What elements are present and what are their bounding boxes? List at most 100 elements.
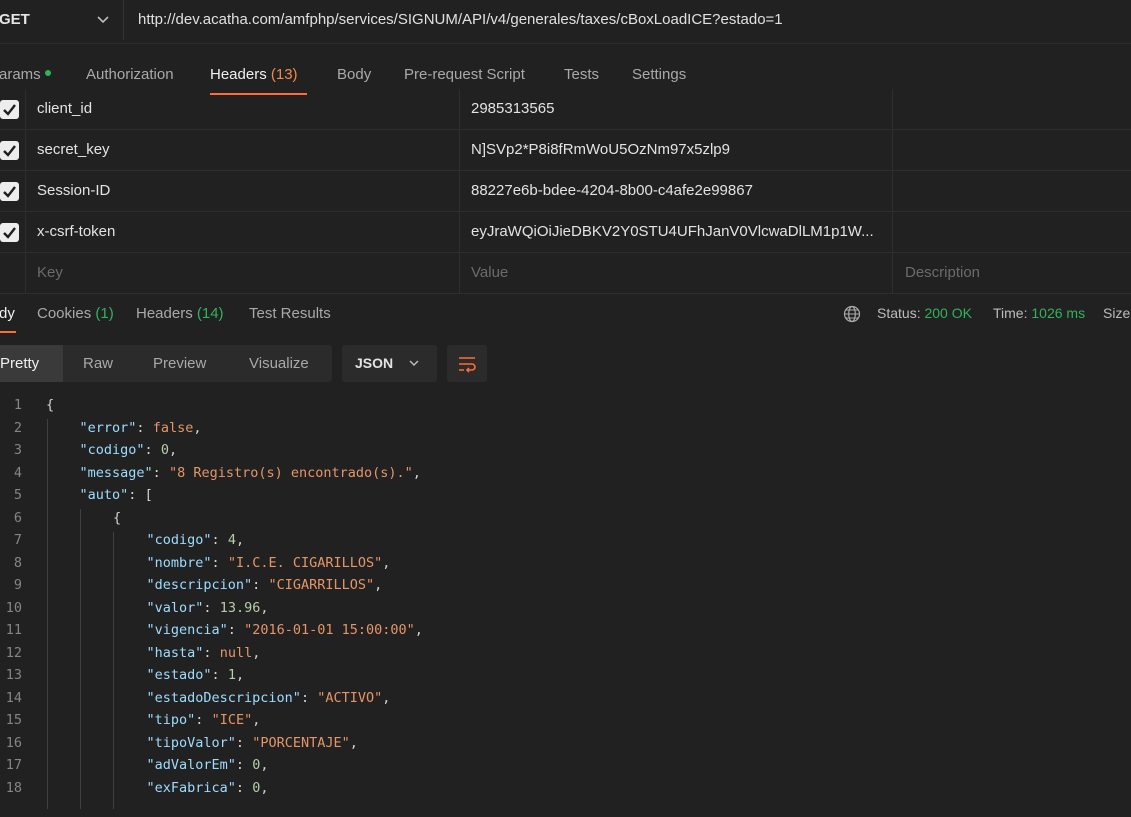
code-line: 15 "tipo": "ICE", bbox=[0, 712, 1131, 735]
tab-headers-label: Headers bbox=[210, 66, 267, 83]
raw-button[interactable]: Raw bbox=[83, 345, 113, 382]
size-label: Size bbox=[1103, 305, 1131, 321]
table-row-new: Key Value Description bbox=[0, 253, 1131, 294]
check-icon bbox=[3, 104, 16, 116]
wrap-icon bbox=[459, 357, 476, 373]
line-number: 3 bbox=[13, 442, 22, 458]
time-label: Time: bbox=[993, 305, 1028, 321]
check-icon bbox=[3, 145, 16, 157]
tab-response-headers-count: (14) bbox=[196, 305, 224, 322]
code-line: 2 "error": false, bbox=[0, 420, 1131, 443]
language-label: JSON bbox=[355, 355, 394, 371]
tab-headers-count: (13) bbox=[270, 66, 298, 83]
tab-params[interactable]: arams bbox=[0, 66, 51, 83]
code-line: 12 "hasta": null, bbox=[0, 645, 1131, 668]
code-line: 17 "adValorEm": 0, bbox=[0, 757, 1131, 780]
check-icon bbox=[3, 186, 16, 198]
tab-test-results[interactable]: Test Results bbox=[249, 305, 331, 322]
header-value[interactable]: eyJraWQiOiJieDBKV2Y0STU4UFhJanV0VlcwaDlL… bbox=[471, 223, 874, 240]
new-key-input[interactable]: Key bbox=[37, 264, 63, 281]
new-description-input[interactable]: Description bbox=[905, 264, 980, 281]
line-number: 15 bbox=[5, 712, 22, 728]
active-response-tab-indicator bbox=[0, 331, 16, 333]
header-key[interactable]: secret_key bbox=[37, 141, 110, 158]
line-content: "hasta": null, bbox=[146, 644, 261, 661]
code-line: 13 "estado": 1, bbox=[0, 667, 1131, 690]
header-key[interactable]: Session-ID bbox=[37, 182, 110, 199]
header-value[interactable]: 88227e6b-bdee-4204-8b00-c4afe2e99867 bbox=[471, 182, 753, 199]
line-number: 14 bbox=[5, 689, 22, 706]
tab-response-body[interactable]: dy bbox=[0, 305, 15, 322]
tab-cookies[interactable]: Cookies (1) bbox=[37, 305, 114, 322]
params-active-dot bbox=[44, 70, 51, 77]
line-content: "auto": [ bbox=[79, 487, 153, 503]
line-content: "codigo": 0, bbox=[79, 442, 178, 458]
line-number: 10 bbox=[5, 599, 22, 616]
line-number: 4 bbox=[13, 464, 22, 481]
row-checkbox[interactable] bbox=[0, 182, 19, 201]
row-checkbox[interactable] bbox=[0, 100, 19, 119]
row-checkbox[interactable] bbox=[0, 223, 19, 242]
line-number: 7 bbox=[13, 532, 22, 548]
line-number: 13 bbox=[5, 667, 22, 683]
code-line: 7 "codigo": 4, bbox=[0, 532, 1131, 555]
method-label: GET bbox=[0, 11, 30, 28]
code-line: 6{ bbox=[0, 510, 1131, 533]
preview-button[interactable]: Preview bbox=[153, 345, 206, 382]
row-checkbox[interactable] bbox=[0, 141, 19, 160]
code-line: 3 "codigo": 0, bbox=[0, 442, 1131, 465]
tab-cookies-count: (1) bbox=[95, 305, 114, 322]
line-content: "adValorEm": 0, bbox=[146, 757, 269, 773]
globe-icon[interactable] bbox=[843, 305, 861, 323]
tab-response-headers[interactable]: Headers (14) bbox=[136, 305, 224, 322]
line-content: "tipo": "ICE", bbox=[146, 712, 261, 728]
code-line: 9 "descripcion": "CIGARRILLOS", bbox=[0, 577, 1131, 600]
tab-pre-request-script[interactable]: Pre-request Script bbox=[404, 66, 525, 83]
line-number: 17 bbox=[5, 757, 22, 773]
code-line: 11 "vigencia": "2016-01-01 15:00:00", bbox=[0, 622, 1131, 645]
tab-authorization[interactable]: Authorization bbox=[86, 66, 174, 83]
language-select[interactable]: JSON bbox=[342, 345, 437, 382]
line-number: 16 bbox=[5, 734, 22, 751]
line-number: 9 bbox=[13, 577, 22, 593]
pretty-button[interactable]: Pretty bbox=[0, 345, 63, 382]
line-number: 12 bbox=[5, 644, 22, 661]
code-line: 8 "nombre": "I.C.E. CIGARILLOS", bbox=[0, 555, 1131, 578]
line-number: 5 bbox=[13, 487, 22, 503]
line-content: "nombre": "I.C.E. CIGARILLOS", bbox=[146, 554, 391, 571]
url-input[interactable]: http://dev.acatha.com/amfphp/services/SI… bbox=[138, 11, 783, 28]
line-content: "tipoValor": "PORCENTAJE", bbox=[146, 734, 358, 751]
tab-tests[interactable]: Tests bbox=[564, 66, 599, 83]
time-value: 1026 ms bbox=[1031, 305, 1086, 321]
visualize-button[interactable]: Visualize bbox=[249, 345, 309, 382]
table-row: Session-ID 88227e6b-bdee-4204-8b00-c4afe… bbox=[0, 171, 1131, 212]
code-line: 18 "exFabrica": 0, bbox=[0, 780, 1131, 803]
code-line: 1{ bbox=[0, 397, 1131, 420]
header-key[interactable]: client_id bbox=[37, 100, 92, 117]
new-value-input[interactable]: Value bbox=[471, 264, 508, 281]
header-key[interactable]: x-csrf-token bbox=[37, 223, 115, 240]
tab-body[interactable]: Body bbox=[337, 66, 371, 83]
line-content: { bbox=[113, 509, 122, 526]
response-body-code[interactable]: 1{2 "error": false, 3 "codigo": 0, 4 "message… bbox=[0, 397, 1131, 809]
status-text: Status: 200 OK bbox=[877, 305, 972, 321]
header-value[interactable]: N]SVp2*P8i8fRmWoU5OzNm97x5zlp9 bbox=[471, 141, 730, 158]
url-bar: GET http://dev.acatha.com/amfphp/service… bbox=[0, 0, 1131, 44]
line-number: 6 bbox=[13, 509, 22, 526]
code-line: 14 "estadoDescripcion": "ACTIVO", bbox=[0, 690, 1131, 713]
method-select[interactable]: GET bbox=[0, 0, 124, 40]
line-content: "exFabrica": 0, bbox=[146, 779, 269, 796]
line-number: 18 bbox=[5, 779, 22, 796]
table-row: client_id 2985313565 bbox=[0, 89, 1131, 130]
line-content: "estadoDescripcion": "ACTIVO", bbox=[146, 689, 391, 706]
status-label: Status: bbox=[877, 305, 921, 321]
wrap-lines-button[interactable] bbox=[447, 345, 487, 382]
line-content: "vigencia": "2016-01-01 15:00:00", bbox=[146, 622, 423, 638]
tab-settings[interactable]: Settings bbox=[632, 66, 686, 83]
code-line: 4 "message": "8 Registro(s) encontrado(s)… bbox=[0, 465, 1131, 488]
code-line: 16 "tipoValor": "PORCENTAJE", bbox=[0, 735, 1131, 758]
tab-headers[interactable]: Headers (13) bbox=[210, 66, 298, 83]
line-number: 1 bbox=[13, 397, 22, 413]
check-icon bbox=[3, 227, 16, 239]
header-value[interactable]: 2985313565 bbox=[471, 100, 554, 117]
